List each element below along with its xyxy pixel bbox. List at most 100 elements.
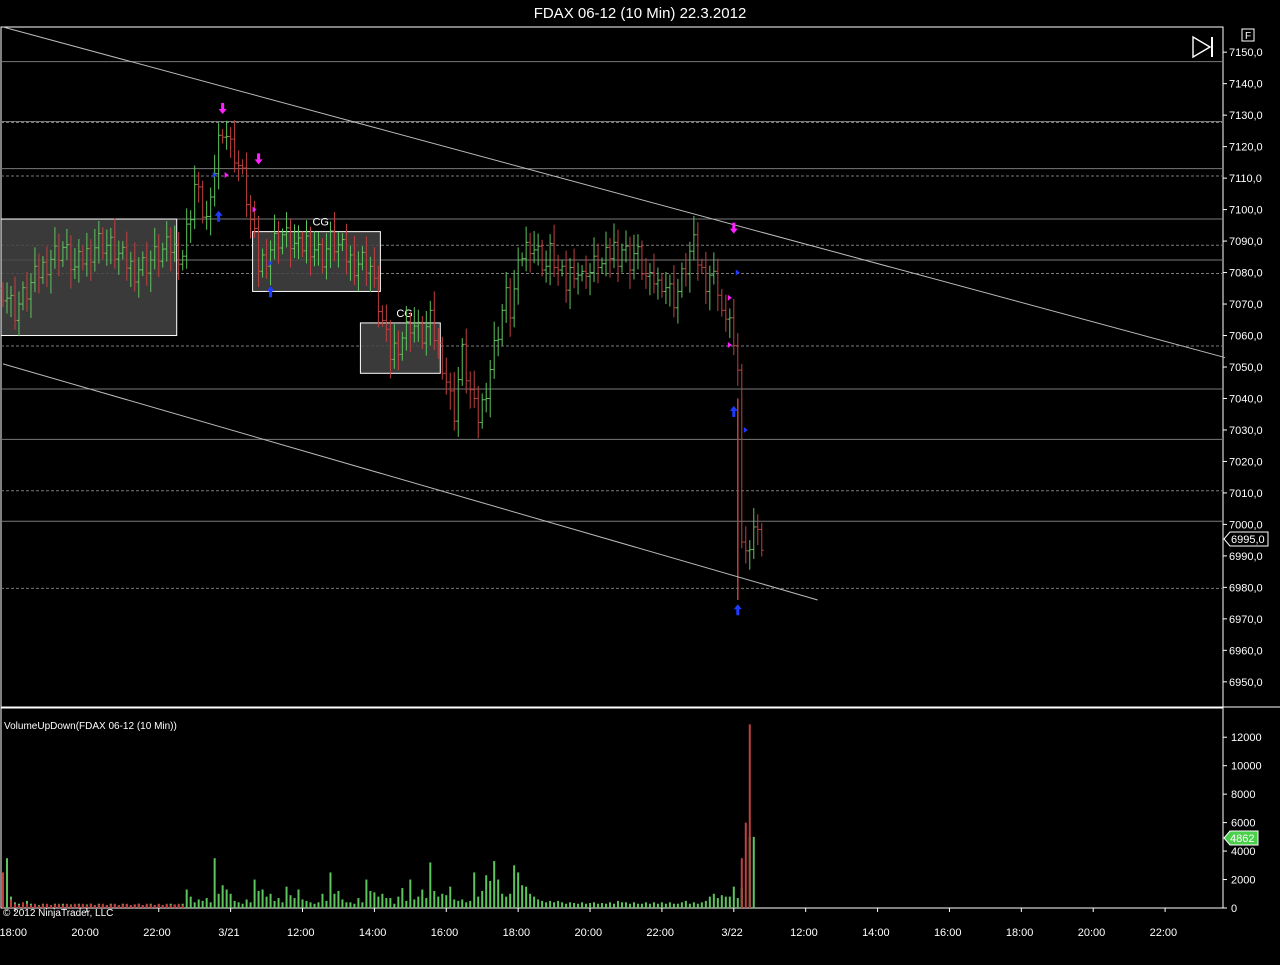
trendline bbox=[2, 363, 818, 601]
ohlc-bar bbox=[699, 258, 704, 274]
trade-markers bbox=[212, 103, 748, 616]
time-tick-label: 16:00 bbox=[431, 927, 459, 939]
trendline bbox=[2, 26, 1226, 359]
volume-tick-label: 10000 bbox=[1231, 761, 1262, 773]
last-price-text: 6995,0 bbox=[1231, 534, 1265, 546]
price-tick-label: 6990,0 bbox=[1229, 551, 1263, 563]
time-tick-label: 14:00 bbox=[862, 927, 890, 939]
ohlc-bar bbox=[623, 230, 628, 263]
price-tick-label: 7010,0 bbox=[1229, 488, 1263, 500]
sell-arrow-head bbox=[254, 159, 263, 165]
ohlc-bar bbox=[176, 231, 181, 280]
ohlc-bar bbox=[440, 336, 445, 380]
ohlc-bar bbox=[584, 255, 589, 289]
box-label: CG bbox=[312, 217, 329, 229]
small-marker bbox=[735, 269, 740, 276]
ohlc-bar bbox=[683, 253, 688, 287]
price-tick-label: 7060,0 bbox=[1229, 331, 1263, 343]
buy-arrow-shaft bbox=[269, 290, 273, 298]
volume-tick-label: 8000 bbox=[1231, 789, 1255, 801]
volume-axis[interactable]: 12000 10000 8000 6000 4000 2000 0 bbox=[1223, 732, 1262, 915]
chart-canvas[interactable]: CGCG 7150,07140,07130,07120,07110,07100,… bbox=[0, 0, 1280, 965]
ohlc-bar bbox=[568, 258, 573, 310]
volume-tick-label: 6000 bbox=[1231, 818, 1255, 830]
buy-arrow-head bbox=[729, 405, 738, 411]
ohlc-bar bbox=[248, 195, 253, 239]
price-tick-label: 7070,0 bbox=[1229, 299, 1263, 311]
ohlc-bar bbox=[220, 129, 225, 144]
price-axis[interactable]: 7150,0 7140,0 7130,0 7120,0 7110,0 7100,0 7090… bbox=[1223, 47, 1263, 689]
play-end-icon bbox=[1192, 35, 1212, 59]
sell-arrow-icon bbox=[218, 103, 227, 114]
time-tick-label: 12:00 bbox=[287, 927, 315, 939]
ohlc-bar bbox=[552, 224, 557, 277]
ohlc-bar bbox=[631, 234, 636, 280]
ohlc-bar bbox=[212, 154, 217, 207]
ohlc-bar bbox=[576, 262, 581, 295]
ohlc-bar bbox=[452, 372, 457, 431]
consolidation-box bbox=[252, 231, 381, 292]
ohlc-bar bbox=[508, 278, 513, 337]
ohlc-bar bbox=[572, 248, 577, 289]
buy-arrow-icon bbox=[733, 604, 742, 616]
time-tick-label: 12:00 bbox=[790, 927, 818, 939]
ohlc-bar bbox=[667, 274, 672, 307]
ohlc-bar bbox=[755, 514, 760, 546]
ohlc-bar bbox=[615, 229, 620, 282]
time-tick-label: 14:00 bbox=[359, 927, 387, 939]
ohlc-bar bbox=[492, 321, 497, 379]
ohlc-bar bbox=[588, 263, 593, 296]
ohlc-bar bbox=[224, 120, 229, 150]
chart-frames bbox=[0, 26, 1280, 909]
ohlc-bar bbox=[604, 231, 609, 277]
play-end-bar bbox=[1211, 37, 1213, 57]
ohlc-bar bbox=[751, 508, 756, 560]
time-axis[interactable]: 18:00 20:00 22:00 3/21 12:00 14:00 16:00 18:00 2… bbox=[0, 908, 1177, 939]
time-tick-label: 20:00 bbox=[1078, 927, 1106, 939]
ohlc-bar bbox=[611, 223, 616, 269]
ohlc-bar bbox=[496, 326, 501, 357]
price-tick-label: 6970,0 bbox=[1229, 614, 1263, 626]
time-tick-label: 3/22 bbox=[721, 927, 742, 939]
time-tick-label: 20:00 bbox=[575, 927, 603, 939]
ohlc-bar bbox=[232, 120, 237, 173]
small-marker bbox=[727, 294, 732, 301]
ohlc-bar bbox=[464, 328, 469, 394]
price-grid-lines bbox=[1, 61, 1223, 589]
sell-arrow-shaft bbox=[257, 153, 261, 161]
time-tick-label: 16:00 bbox=[934, 927, 962, 939]
ohlc-bar bbox=[200, 180, 205, 224]
ohlc-bar bbox=[468, 371, 473, 409]
buy-arrow-shaft bbox=[736, 608, 740, 616]
indicator-label: VolumeUpDown(FDAX 06-12 (10 Min)) bbox=[4, 721, 177, 732]
ohlc-bar bbox=[719, 288, 724, 317]
price-tick-label: 7030,0 bbox=[1229, 425, 1263, 437]
ohlc-bar bbox=[448, 372, 453, 410]
f-button[interactable]: F bbox=[1241, 28, 1255, 42]
price-tick-label: 7020,0 bbox=[1229, 456, 1263, 468]
sell-arrow-head bbox=[218, 109, 227, 114]
ohlc-bar bbox=[739, 363, 744, 549]
ohlc-bar bbox=[504, 271, 509, 323]
volume-panel-frame bbox=[0, 707, 1224, 909]
ohlc-bar bbox=[663, 271, 668, 305]
ohlc-bar bbox=[743, 526, 748, 564]
price-tick-label: 7050,0 bbox=[1229, 362, 1263, 374]
ohlc-bar bbox=[735, 333, 740, 386]
buy-arrow-icon bbox=[729, 405, 738, 417]
scroll-to-end-button[interactable] bbox=[1192, 35, 1213, 59]
price-panel-frame bbox=[0, 26, 1224, 708]
time-tick-label: 22:00 bbox=[646, 927, 674, 939]
ohlc-bar bbox=[715, 258, 720, 311]
buy-arrow-head bbox=[733, 604, 742, 610]
buy-arrow-head bbox=[214, 210, 223, 216]
ohlc-bar bbox=[536, 233, 541, 266]
price-tick-label: 7100,0 bbox=[1229, 205, 1263, 217]
ohlc-bar bbox=[532, 231, 537, 264]
ohlc-bar bbox=[707, 265, 712, 311]
small-marker bbox=[224, 171, 229, 178]
ohlc-bar bbox=[627, 236, 632, 289]
last-volume-text: 4862 bbox=[1230, 833, 1254, 845]
ohlc-bar bbox=[236, 150, 241, 182]
ohlc-bar bbox=[647, 263, 652, 296]
